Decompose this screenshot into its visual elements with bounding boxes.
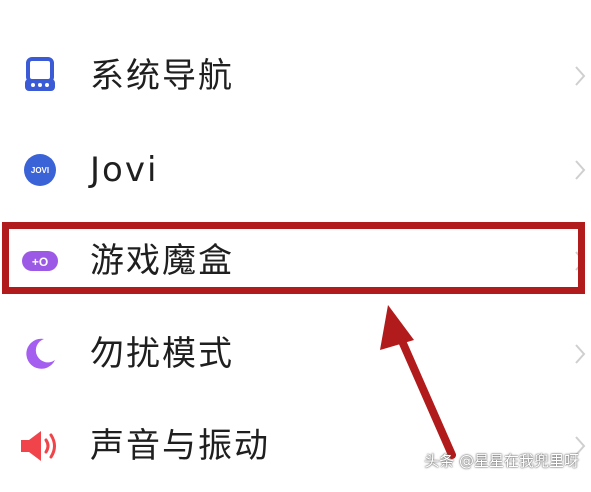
chevron-right-icon: [575, 251, 586, 271]
settings-item-label: 系统导航: [90, 56, 234, 96]
chevron-right-icon: [575, 160, 586, 180]
settings-row-game-box[interactable]: +O 游戏魔盒: [0, 215, 591, 307]
navigation-icon: [18, 54, 62, 98]
jovi-icon-text: JOVI: [31, 166, 49, 175]
settings-item-label: 游戏魔盒: [90, 241, 234, 281]
moon-icon: [18, 332, 62, 376]
gamepad-icon: +O: [18, 239, 62, 283]
settings-item-label: 声音与振动: [90, 426, 270, 466]
gamepad-icon-text: +O: [32, 255, 48, 269]
settings-row-sound-vibration[interactable]: 声音与振动: [0, 400, 591, 492]
jovi-icon: JOVI: [18, 148, 62, 192]
settings-row-partial[interactable]: [0, 0, 591, 30]
settings-row-do-not-disturb[interactable]: 勿扰模式: [0, 308, 591, 400]
chevron-right-icon: [575, 66, 586, 86]
settings-item-label: 勿扰模式: [90, 334, 234, 374]
settings-row-jovi[interactable]: JOVI Jovi: [0, 124, 591, 216]
chevron-right-icon: [575, 344, 586, 364]
settings-row-system-navigation[interactable]: 系统导航: [0, 30, 591, 122]
settings-item-label: Jovi: [90, 150, 159, 190]
partial-icon: [18, 0, 62, 6]
watermark-text: 头条 @星星在我兜里呀: [424, 452, 579, 470]
speaker-icon: [18, 424, 62, 468]
